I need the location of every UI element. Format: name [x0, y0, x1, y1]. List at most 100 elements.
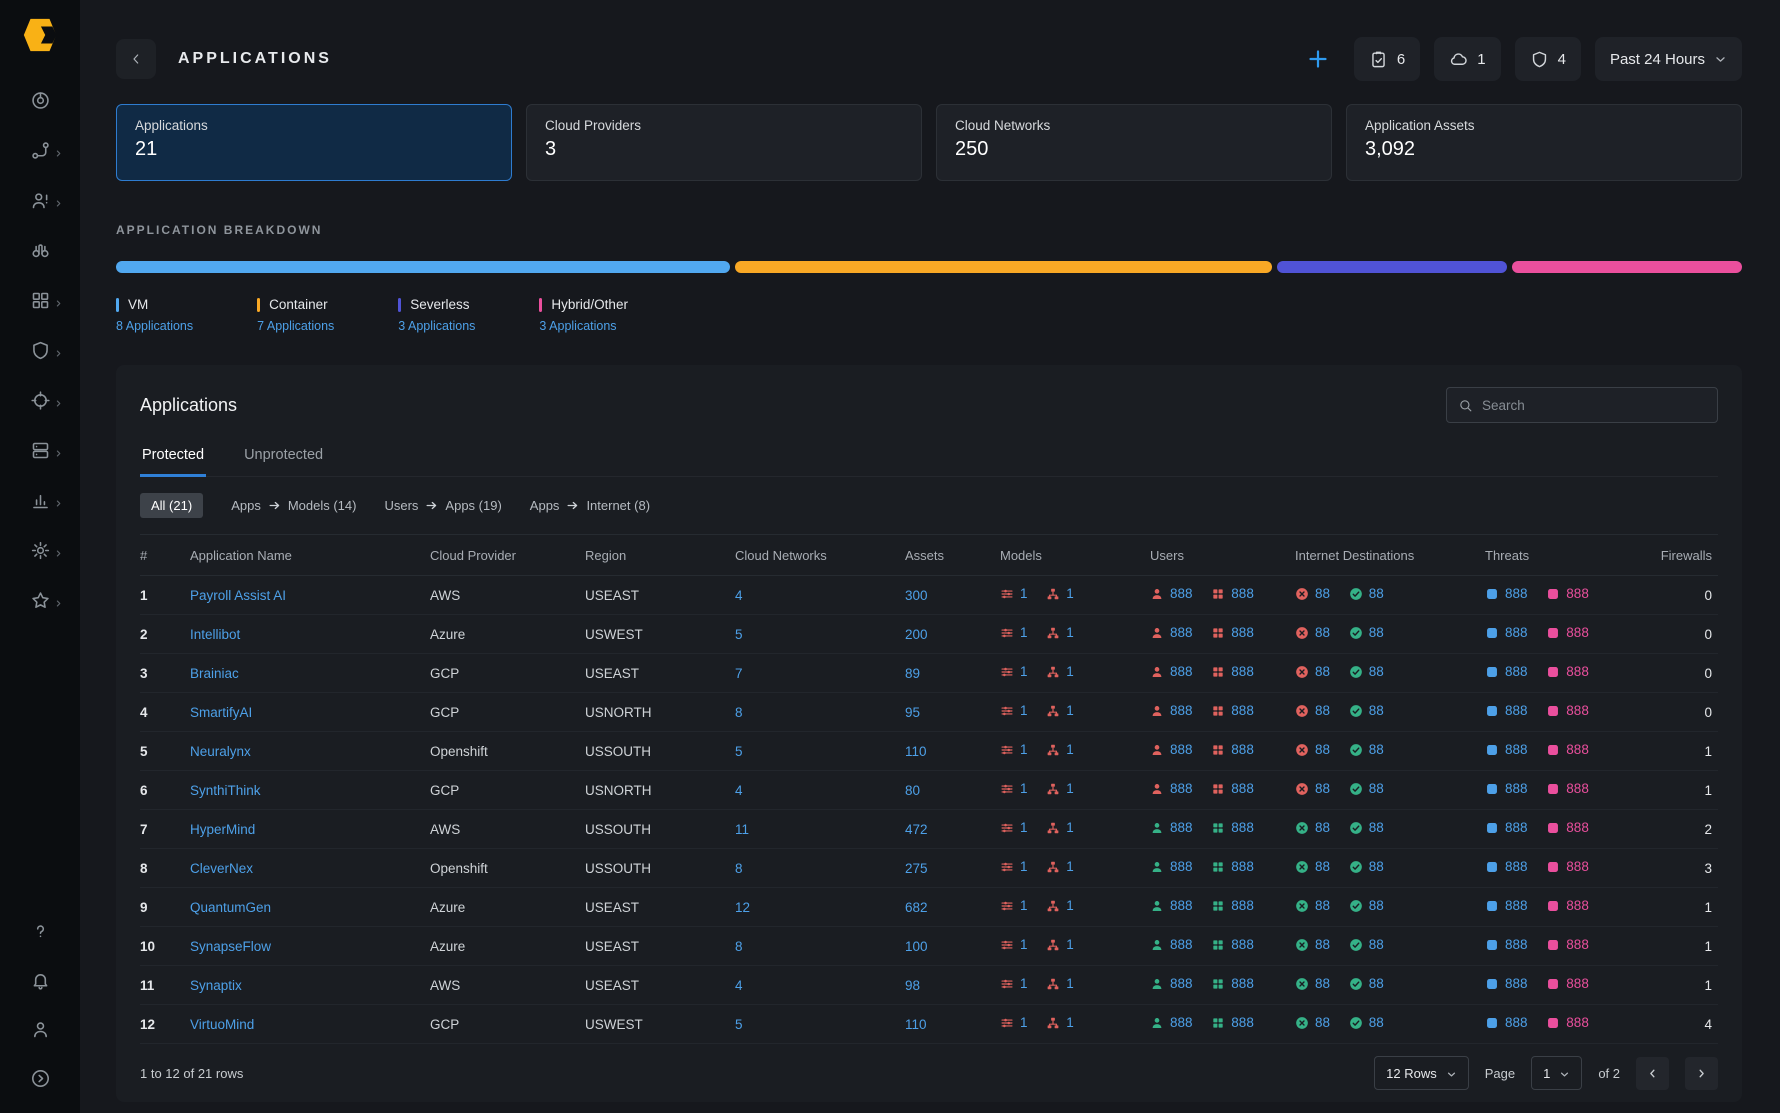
model-tree-count-link[interactable]: 1	[1066, 781, 1074, 796]
allowed-destinations-link[interactable]: 88	[1369, 859, 1384, 874]
table-row[interactable]: 8 CleverNex Openshift USSOUTH 8 275 1 1 …	[140, 849, 1718, 888]
blocked-destinations-link[interactable]: 88	[1315, 781, 1330, 796]
threats-count-link[interactable]: 888	[1505, 1015, 1528, 1030]
users-count-link[interactable]: 888	[1170, 859, 1193, 874]
filter-apps-to-internet-8-[interactable]: AppsInternet (8)	[530, 498, 650, 513]
assets-link[interactable]: 200	[905, 627, 928, 642]
application-name-link[interactable]: SmartifyAI	[190, 705, 252, 720]
sidebar-item-star[interactable]	[16, 580, 64, 621]
table-row[interactable]: 11 Synaptix AWS USEAST 4 98 1 1 888 888	[140, 966, 1718, 1005]
cloud-networks-link[interactable]: 8	[735, 861, 743, 876]
sidebar-item-help[interactable]	[16, 914, 64, 948]
assets-link[interactable]: 110	[905, 744, 927, 759]
threats-pink-count-link[interactable]: 888	[1566, 1015, 1589, 1030]
back-button[interactable]	[116, 39, 156, 79]
model-flow-count-link[interactable]: 1	[1020, 781, 1028, 796]
assets-link[interactable]: 472	[905, 822, 928, 837]
stat-card[interactable]: Applications 21	[116, 104, 512, 181]
model-flow-count-link[interactable]: 1	[1020, 742, 1028, 757]
allowed-destinations-link[interactable]: 88	[1369, 625, 1384, 640]
assets-link[interactable]: 89	[905, 666, 920, 681]
users-count-link[interactable]: 888	[1170, 937, 1193, 952]
users-count-link[interactable]: 888	[1170, 1015, 1193, 1030]
threats-count-link[interactable]: 888	[1505, 586, 1528, 601]
model-flow-count-link[interactable]: 1	[1020, 625, 1028, 640]
sidebar-item-shield[interactable]	[16, 330, 64, 371]
model-flow-count-link[interactable]: 1	[1020, 976, 1028, 991]
table-row[interactable]: 4 SmartifyAI GCP USNORTH 8 95 1 1 888 88…	[140, 693, 1718, 732]
user-groups-count-link[interactable]: 888	[1231, 781, 1254, 796]
cloud-networks-link[interactable]: 11	[735, 822, 749, 837]
stat-card[interactable]: Cloud Networks 250	[936, 104, 1332, 181]
user-groups-count-link[interactable]: 888	[1231, 625, 1254, 640]
blocked-destinations-link[interactable]: 88	[1315, 664, 1330, 679]
sidebar-item-chart[interactable]	[16, 480, 64, 521]
add-button[interactable]	[1296, 37, 1340, 81]
table-row[interactable]: 2 Intellibot Azure USWEST 5 200 1 1 888 …	[140, 615, 1718, 654]
blocked-destinations-link[interactable]: 88	[1315, 625, 1330, 640]
page-number-select[interactable]: 1	[1531, 1056, 1582, 1090]
model-tree-count-link[interactable]: 1	[1066, 937, 1074, 952]
user-groups-count-link[interactable]: 888	[1231, 664, 1254, 679]
threats-pink-count-link[interactable]: 888	[1566, 976, 1589, 991]
filter-users-to-apps-19-[interactable]: UsersApps (19)	[384, 498, 501, 513]
cloud-networks-link[interactable]: 12	[735, 900, 750, 915]
filter-all[interactable]: All (21)	[140, 493, 203, 518]
application-name-link[interactable]: Neuralynx	[190, 744, 251, 759]
application-name-link[interactable]: SynthiThink	[190, 783, 261, 798]
users-count-link[interactable]: 888	[1170, 781, 1193, 796]
application-name-link[interactable]: CleverNex	[190, 861, 253, 876]
user-groups-count-link[interactable]: 888	[1231, 1015, 1254, 1030]
model-flow-count-link[interactable]: 1	[1020, 937, 1028, 952]
threats-pink-count-link[interactable]: 888	[1566, 898, 1589, 913]
threats-pink-count-link[interactable]: 888	[1566, 781, 1589, 796]
cloud-networks-link[interactable]: 5	[735, 627, 743, 642]
allowed-destinations-link[interactable]: 88	[1369, 1015, 1384, 1030]
stat-card[interactable]: Application Assets 3,092	[1346, 104, 1742, 181]
threats-count-link[interactable]: 888	[1505, 820, 1528, 835]
assets-link[interactable]: 682	[905, 900, 928, 915]
legend-count-link[interactable]: 8 Applications	[116, 319, 193, 333]
threats-pink-count-link[interactable]: 888	[1566, 859, 1589, 874]
table-row[interactable]: 7 HyperMind AWS USSOUTH 11 472 1 1 888 8…	[140, 810, 1718, 849]
threats-pink-count-link[interactable]: 888	[1566, 586, 1589, 601]
sidebar-item-radar[interactable]	[16, 80, 64, 121]
legend-count-link[interactable]: 3 Applications	[398, 319, 475, 333]
users-count-link[interactable]: 888	[1170, 742, 1193, 757]
next-page-button[interactable]	[1685, 1057, 1718, 1090]
shield-count-button[interactable]: 4	[1515, 37, 1581, 81]
model-flow-count-link[interactable]: 1	[1020, 1015, 1028, 1030]
application-name-link[interactable]: VirtuoMind	[190, 1017, 254, 1032]
users-count-link[interactable]: 888	[1170, 625, 1193, 640]
cloud-networks-link[interactable]: 4	[735, 783, 743, 798]
threats-pink-count-link[interactable]: 888	[1566, 703, 1589, 718]
users-count-link[interactable]: 888	[1170, 898, 1193, 913]
user-groups-count-link[interactable]: 888	[1231, 859, 1254, 874]
model-tree-count-link[interactable]: 1	[1066, 664, 1074, 679]
assets-link[interactable]: 95	[905, 705, 920, 720]
threats-count-link[interactable]: 888	[1505, 859, 1528, 874]
allowed-destinations-link[interactable]: 88	[1369, 703, 1384, 718]
allowed-destinations-link[interactable]: 88	[1369, 898, 1384, 913]
brand-logo-icon[interactable]	[21, 16, 59, 54]
model-tree-count-link[interactable]: 1	[1066, 586, 1074, 601]
threats-pink-count-link[interactable]: 888	[1566, 742, 1589, 757]
sidebar-item-bell[interactable]	[16, 963, 64, 997]
threats-pink-count-link[interactable]: 888	[1566, 820, 1589, 835]
application-name-link[interactable]: Brainiac	[190, 666, 239, 681]
threats-count-link[interactable]: 888	[1505, 742, 1528, 757]
assets-link[interactable]: 98	[905, 978, 920, 993]
blocked-destinations-link[interactable]: 88	[1315, 976, 1330, 991]
application-name-link[interactable]: Synaptix	[190, 978, 242, 993]
tab-unprotected[interactable]: Unprotected	[242, 437, 325, 477]
blocked-destinations-link[interactable]: 88	[1315, 742, 1330, 757]
allowed-destinations-link[interactable]: 88	[1369, 664, 1384, 679]
threats-count-link[interactable]: 888	[1505, 781, 1528, 796]
search-box[interactable]	[1446, 387, 1718, 423]
model-tree-count-link[interactable]: 1	[1066, 625, 1074, 640]
users-count-link[interactable]: 888	[1170, 820, 1193, 835]
user-groups-count-link[interactable]: 888	[1231, 898, 1254, 913]
model-tree-count-link[interactable]: 1	[1066, 859, 1074, 874]
user-groups-count-link[interactable]: 888	[1231, 820, 1254, 835]
table-row[interactable]: 6 SynthiThink GCP USNORTH 4 80 1 1 888 8…	[140, 771, 1718, 810]
